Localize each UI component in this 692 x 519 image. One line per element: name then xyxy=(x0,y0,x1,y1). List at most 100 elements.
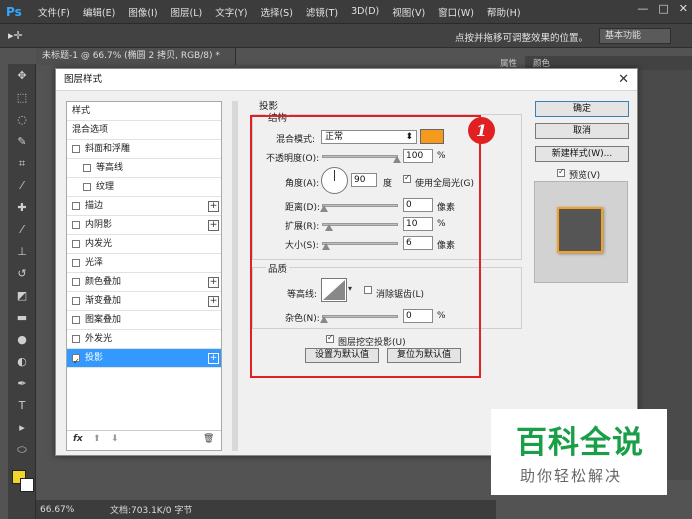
options-bar: ▸✛ 点按并拖移可调整效果的位置。 基本功能 xyxy=(0,24,692,48)
minimize-icon[interactable]: — xyxy=(637,2,648,15)
style-item-drop-shadow[interactable]: 投影 + xyxy=(67,349,221,371)
move-tool-icon[interactable]: ▸✛ xyxy=(8,29,23,42)
style-item-label: 斜面和浮雕 xyxy=(85,144,131,154)
watermark: 百科全说 助你轻松解决 xyxy=(491,409,667,495)
style-checkbox[interactable] xyxy=(83,164,91,172)
workspace-select[interactable]: 基本功能 xyxy=(599,28,671,44)
style-item-label: 内发光 xyxy=(85,239,113,249)
add-style-icon[interactable]: + xyxy=(208,296,219,307)
style-item-label: 渐变叠加 xyxy=(85,296,122,306)
style-item-label: 投影 xyxy=(85,353,104,363)
style-item-label: 混合选项 xyxy=(72,125,109,135)
style-item-label: 颜色叠加 xyxy=(85,277,122,287)
path-select-icon[interactable]: ▸ xyxy=(14,420,30,436)
style-checkbox[interactable] xyxy=(72,259,80,267)
style-item-stroke[interactable]: 描边 + xyxy=(67,197,221,216)
status-bar: 66.67% 文档:703.1K/0 字节 xyxy=(36,500,496,519)
restore-icon[interactable]: □ xyxy=(658,2,668,15)
preview-label: 预览(V) xyxy=(569,171,601,181)
style-checkbox[interactable] xyxy=(72,335,80,343)
ok-button[interactable]: 确定 xyxy=(535,101,629,117)
style-checkbox[interactable] xyxy=(72,297,80,305)
preview-checkbox[interactable] xyxy=(557,167,565,177)
style-item-inner-glow[interactable]: 内发光 xyxy=(67,235,221,254)
menu-view[interactable]: 视图(V) xyxy=(392,5,425,19)
ellipse-icon[interactable]: ⬭ xyxy=(14,442,30,458)
menu-window[interactable]: 窗口(W) xyxy=(438,5,474,19)
lasso-icon[interactable]: ◌ xyxy=(14,112,30,128)
style-item-color-overlay[interactable]: 颜色叠加 + xyxy=(67,273,221,292)
pen-icon[interactable]: ✒ xyxy=(14,376,30,392)
eraser-icon[interactable]: ◩ xyxy=(14,288,30,304)
type-icon[interactable]: T xyxy=(14,398,30,414)
style-checkbox[interactable] xyxy=(72,202,80,210)
style-item-label: 纹理 xyxy=(96,182,115,192)
new-style-button[interactable]: 新建样式(W)... xyxy=(535,146,629,162)
add-style-icon[interactable]: + xyxy=(208,353,219,364)
window-controls: — □ ✕ xyxy=(637,2,688,15)
move-down-icon[interactable]: ⬇ xyxy=(111,434,119,444)
close-icon[interactable]: ✕ xyxy=(618,72,629,87)
menu-3d[interactable]: 3D(D) xyxy=(351,6,379,17)
scrollbar[interactable] xyxy=(232,101,238,451)
style-checkbox[interactable] xyxy=(72,352,80,371)
close-icon[interactable]: ✕ xyxy=(679,2,688,15)
style-item-blending-options[interactable]: 混合选项 xyxy=(67,121,221,140)
annotation-badge: 1 xyxy=(468,117,495,144)
style-checkbox[interactable] xyxy=(72,221,80,229)
history-brush-icon[interactable]: ↺ xyxy=(14,266,30,282)
preview-swatch xyxy=(557,207,603,253)
style-checkbox[interactable] xyxy=(72,240,80,248)
menu-select[interactable]: 选择(S) xyxy=(260,5,292,19)
style-checkbox[interactable] xyxy=(72,278,80,286)
style-item-label: 描边 xyxy=(85,201,104,211)
menu-file[interactable]: 文件(F) xyxy=(38,5,70,19)
layer-style-dialog: 图层样式 ✕ 样式 混合选项 斜面和浮雕 等高线 纹理 描边 + 内阴影 + 内发光 光泽 颜色叠加 +… xyxy=(55,68,638,456)
healing-icon[interactable]: ✚ xyxy=(14,200,30,216)
style-item-texture[interactable]: 纹理 xyxy=(67,178,221,197)
style-item-styles[interactable]: 样式 xyxy=(67,102,221,121)
add-style-icon[interactable]: + xyxy=(208,277,219,288)
add-style-icon[interactable]: + xyxy=(208,201,219,212)
menu-help[interactable]: 帮助(H) xyxy=(487,5,521,19)
dialog-title: 图层样式 xyxy=(56,69,637,91)
style-item-outer-glow[interactable]: 外发光 xyxy=(67,330,221,349)
style-checkbox[interactable] xyxy=(72,145,80,153)
eyedropper-icon[interactable]: ⁄ xyxy=(14,178,30,194)
style-item-bevel-emboss[interactable]: 斜面和浮雕 xyxy=(67,140,221,159)
document-tab[interactable]: 未标题-1 @ 66.7% (椭圆 2 拷贝, RGB/8) * xyxy=(36,48,236,65)
fx-icon[interactable]: fx xyxy=(73,434,83,444)
watermark-subtitle: 助你轻松解决 xyxy=(520,467,623,485)
blur-icon[interactable]: ● xyxy=(14,332,30,348)
brush-icon[interactable]: ⁄ xyxy=(14,222,30,238)
dodge-icon[interactable]: ◐ xyxy=(14,354,30,370)
gradient-icon[interactable]: ▬ xyxy=(14,310,30,326)
style-item-contour[interactable]: 等高线 xyxy=(67,159,221,178)
style-item-gradient-overlay[interactable]: 渐变叠加 + xyxy=(67,292,221,311)
style-item-label: 样式 xyxy=(72,106,91,116)
menu-filter[interactable]: 滤镜(T) xyxy=(306,5,338,19)
menu-layer[interactable]: 图层(L) xyxy=(171,5,203,19)
watermark-title: 百科全说 xyxy=(516,425,644,461)
stamp-icon[interactable]: ⊥ xyxy=(14,244,30,260)
menu-type[interactable]: 文字(Y) xyxy=(215,5,247,19)
marquee-icon[interactable]: ⬚ xyxy=(14,90,30,106)
style-checkbox[interactable] xyxy=(72,316,80,324)
menu-image[interactable]: 图像(I) xyxy=(128,5,157,19)
cancel-button[interactable]: 取消 xyxy=(535,123,629,139)
zoom-level[interactable]: 66.67% xyxy=(40,505,80,515)
menu-edit[interactable]: 编辑(E) xyxy=(83,5,115,19)
style-item-pattern-overlay[interactable]: 图案叠加 xyxy=(67,311,221,330)
add-style-icon[interactable]: + xyxy=(208,220,219,231)
crop-icon[interactable]: ⌗ xyxy=(14,156,30,172)
style-checkbox[interactable] xyxy=(83,183,91,191)
style-item-inner-shadow[interactable]: 内阴影 + xyxy=(67,216,221,235)
style-item-satin[interactable]: 光泽 xyxy=(67,254,221,273)
background-color-swatch[interactable] xyxy=(20,478,34,492)
photoshop-logo: Ps xyxy=(6,4,22,19)
style-item-label: 外发光 xyxy=(85,334,113,344)
trash-icon[interactable]: 🗑 xyxy=(203,434,214,444)
move-icon[interactable]: ✥ xyxy=(14,68,30,84)
move-up-icon[interactable]: ⬆ xyxy=(93,434,101,444)
quick-select-icon[interactable]: ✎ xyxy=(14,134,30,150)
